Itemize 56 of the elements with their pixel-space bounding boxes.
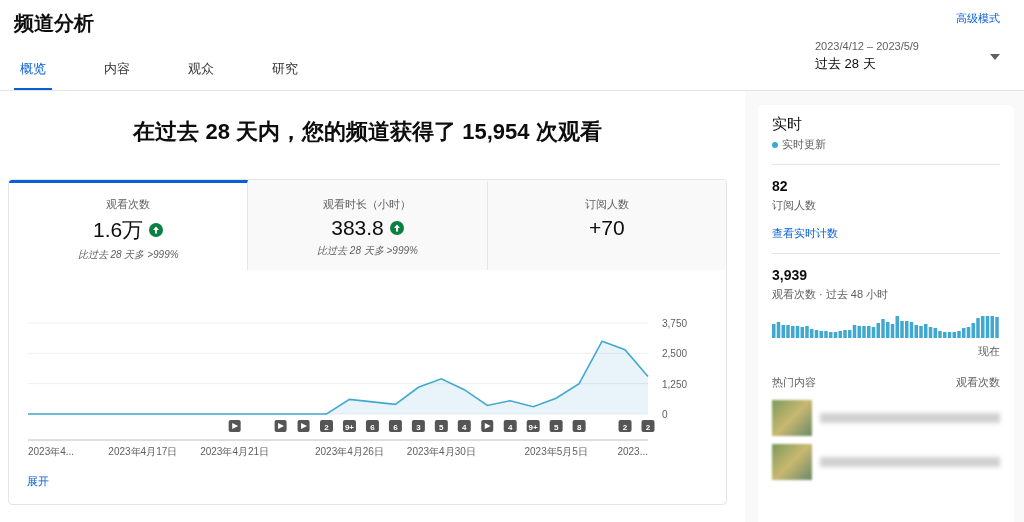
blurred-thumbnail — [772, 444, 812, 480]
date-range-dropdown[interactable]: 2023/4/12 – 2023/5/9 过去 28 天 — [815, 40, 1000, 73]
live-dot-icon — [772, 141, 778, 148]
subscriber-count: 82 — [772, 178, 789, 194]
headline: 在过去 28 天内，您的频道获得了 15,954 次观看 — [132, 118, 603, 146]
video-marker[interactable] — [297, 420, 310, 432]
dropdown-caret-icon — [990, 53, 1000, 60]
x-tick-label: 2023年4月26日 — [315, 446, 384, 457]
date-range-text: 2023/4/12 – 2023/5/9 — [815, 40, 919, 52]
count-marker[interactable]: 4 — [503, 420, 517, 432]
advanced-mode-link[interactable]: 高级模式 — [956, 11, 1000, 26]
live-count-link[interactable]: 查看实时计数 — [772, 226, 1000, 241]
now-label: 现在 — [978, 344, 1000, 359]
count-marker[interactable]: 9+ — [343, 420, 356, 432]
count-marker[interactable]: 8 — [572, 420, 586, 432]
video-marker[interactable] — [481, 420, 494, 432]
truncated-date-label: 2023... — [617, 446, 648, 457]
metric-tab[interactable]: 订阅人数 +70 — [487, 180, 726, 270]
y-tick-label: 1,250 — [662, 378, 688, 390]
nav-tab[interactable]: 研究 — [266, 60, 304, 90]
date-range-label: 过去 28 天 — [815, 55, 877, 73]
blurred-thumbnail — [772, 400, 812, 436]
x-tick-label: 2023年4月17日 — [108, 446, 178, 457]
video-marker[interactable] — [228, 420, 241, 432]
views-count: 3,939 — [772, 267, 809, 283]
x-tick-label: 2023年4月30日 — [406, 446, 476, 457]
realtime-status: 实时更新 — [782, 137, 826, 152]
count-marker[interactable]: 4 — [457, 420, 471, 432]
count-marker[interactable]: 9+ — [526, 420, 540, 432]
y-tick-label: 2,500 — [662, 348, 688, 360]
count-marker[interactable]: 5 — [434, 420, 448, 432]
subscriber-label: 订阅人数 — [772, 198, 817, 213]
x-tick-label: 2023年4月21日 — [200, 446, 270, 457]
count-marker[interactable]: 6 — [388, 420, 402, 432]
count-marker[interactable]: 5 — [549, 420, 563, 432]
count-marker[interactable]: 2 — [320, 420, 333, 432]
x-tick-label: 2023年5月5日 — [524, 446, 588, 457]
metric-tab[interactable]: 观看次数 1.6万 比过去 28 天多 >999% — [9, 180, 249, 270]
top-content-label: 热门内容 — [772, 375, 816, 390]
page-title: 频道分析 — [14, 11, 95, 36]
y-tick-label: 3,750 — [662, 318, 688, 329]
top-views-label: 观看次数 — [956, 375, 1000, 390]
count-marker[interactable]: 2 — [618, 420, 632, 432]
nav-tab[interactable]: 内容 — [98, 60, 136, 90]
expand-link[interactable]: 展开 — [27, 474, 726, 489]
video-marker[interactable] — [274, 420, 287, 432]
count-marker[interactable]: 2 — [641, 420, 655, 432]
nav-tab[interactable]: 概览 — [14, 60, 52, 90]
views-label: 观看次数 · 过去 48 小时 — [772, 287, 890, 302]
nav-tab[interactable]: 观众 — [182, 60, 220, 90]
truncated-date-label: 2023年4... — [28, 446, 75, 457]
count-marker[interactable]: 3 — [411, 420, 425, 432]
metric-tab[interactable]: 观看时长（小时） 383.8 比过去 28 天多 >999% — [248, 180, 488, 270]
y-tick-label: 0 — [662, 409, 668, 420]
count-marker[interactable]: 6 — [365, 420, 379, 432]
realtime-title: 实时 — [772, 115, 803, 134]
